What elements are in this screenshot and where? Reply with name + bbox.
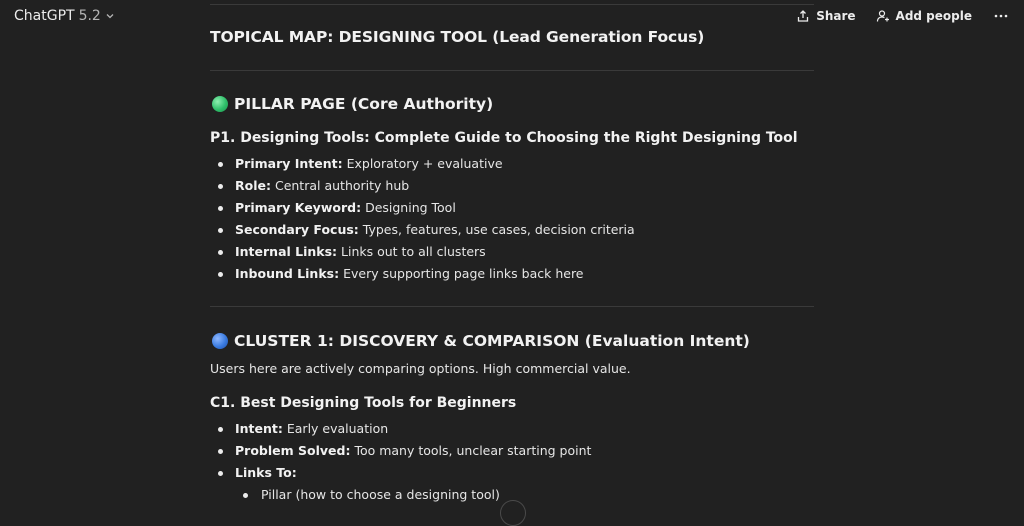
share-button[interactable]: Share: [796, 9, 856, 23]
chevron-down-icon: [106, 14, 114, 19]
more-horizontal-icon: [994, 14, 1008, 18]
document-title: TOPICAL MAP: DESIGNING TOOL (Lead Genera…: [210, 28, 705, 46]
model-version: 5.2: [78, 8, 101, 24]
list-item: Links To:: [218, 463, 591, 485]
add-people-label: Add people: [895, 9, 972, 23]
share-label: Share: [816, 9, 856, 23]
list-item: Role: Central authority hub: [218, 176, 635, 198]
model-name: ChatGPT: [14, 8, 75, 24]
scroll-down-button[interactable]: [500, 500, 526, 526]
model-selector[interactable]: ChatGPT 5.2: [14, 8, 115, 24]
list-item: Inbound Links: Every supporting page lin…: [218, 264, 635, 286]
cluster1-intro: Users here are actively comparing option…: [210, 361, 631, 376]
pillar-heading: PILLAR PAGE (Core Authority): [212, 95, 493, 113]
add-person-icon: [876, 10, 889, 22]
list-item: Internal Links: Links out to all cluster…: [218, 242, 635, 264]
divider: [210, 70, 814, 71]
list-item: Pillar (how to choose a designing tool): [243, 485, 500, 507]
pillar-heading-text: PILLAR PAGE (Core Authority): [234, 95, 494, 113]
divider: [210, 4, 814, 5]
blue-circle-icon: [212, 333, 228, 349]
pillar-page-title: P1. Designing Tools: Complete Guide to C…: [210, 130, 798, 146]
more-options-button[interactable]: [992, 7, 1010, 25]
cluster1-links-list: Pillar (how to choose a designing tool): [243, 485, 500, 507]
add-people-button[interactable]: Add people: [876, 9, 972, 23]
cluster1-details-list: Intent: Early evaluation Problem Solved:…: [218, 419, 591, 485]
list-item: Primary Keyword: Designing Tool: [218, 198, 635, 220]
list-item: Primary Intent: Exploratory + evaluative: [218, 154, 635, 176]
divider: [210, 306, 814, 307]
cluster1-heading-text: CLUSTER 1: DISCOVERY & COMPARISON (Evalu…: [234, 332, 750, 350]
list-item: Problem Solved: Too many tools, unclear …: [218, 441, 591, 463]
green-circle-icon: [212, 96, 228, 112]
share-icon: [798, 10, 809, 22]
cluster1-page-title: C1. Best Designing Tools for Beginners: [210, 395, 517, 411]
pillar-details-list: Primary Intent: Exploratory + evaluative…: [218, 154, 635, 286]
list-item: Intent: Early evaluation: [218, 419, 591, 441]
list-item: Secondary Focus: Types, features, use ca…: [218, 220, 635, 242]
cluster1-heading: CLUSTER 1: DISCOVERY & COMPARISON (Evalu…: [212, 332, 750, 350]
